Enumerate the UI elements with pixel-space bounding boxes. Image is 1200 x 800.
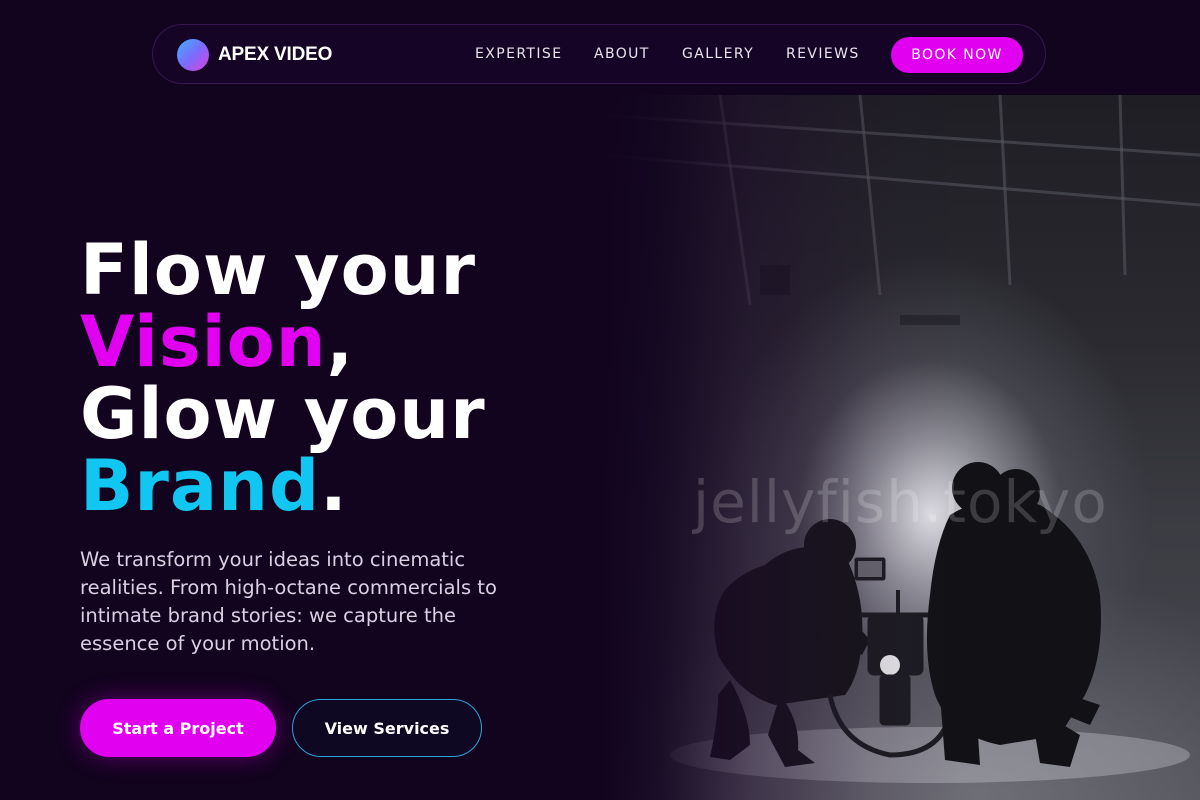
- film-crew-silhouette: [600, 95, 1200, 783]
- view-services-button[interactable]: View Services: [292, 699, 482, 757]
- headline-accent-brand: Brand: [80, 445, 321, 527]
- headline-line-1: Flow your: [80, 229, 477, 311]
- top-navbar: APEX VIDEO EXPERTISE ABOUT GALLERY REVIE…: [152, 24, 1046, 84]
- nav-item-reviews[interactable]: REVIEWS: [786, 46, 860, 62]
- headline-line-3: Glow your: [80, 373, 486, 455]
- hero-image: [600, 95, 1200, 800]
- brand-name: APEX VIDEO: [218, 44, 333, 65]
- nav-item-about[interactable]: ABOUT: [594, 46, 650, 62]
- headline-line-4: Brand.: [80, 450, 486, 522]
- headline-line-2: Vision,: [80, 306, 486, 378]
- image-watermark: jellyfish.tokyo: [693, 468, 1108, 536]
- headline-period: .: [320, 445, 348, 527]
- hero-headline: Flow your Vision, Glow your Brand.: [80, 234, 486, 522]
- headline-comma: ,: [326, 301, 355, 383]
- nav-item-gallery[interactable]: GALLERY: [682, 46, 754, 62]
- hero-description: We transform your ideas into cinematic r…: [80, 548, 497, 655]
- nav-item-expertise[interactable]: EXPERTISE: [475, 46, 562, 62]
- start-project-button[interactable]: Start a Project: [80, 699, 276, 757]
- brand-logo-link[interactable]: APEX VIDEO: [177, 39, 332, 71]
- gradient-circle-logo-icon: [177, 39, 209, 71]
- headline-accent-vision: Vision: [80, 301, 327, 383]
- book-now-button[interactable]: BOOK NOW: [891, 37, 1023, 73]
- page: jellyfish.tokyo APEX VIDEO EXPERTISE ABO…: [0, 0, 1200, 800]
